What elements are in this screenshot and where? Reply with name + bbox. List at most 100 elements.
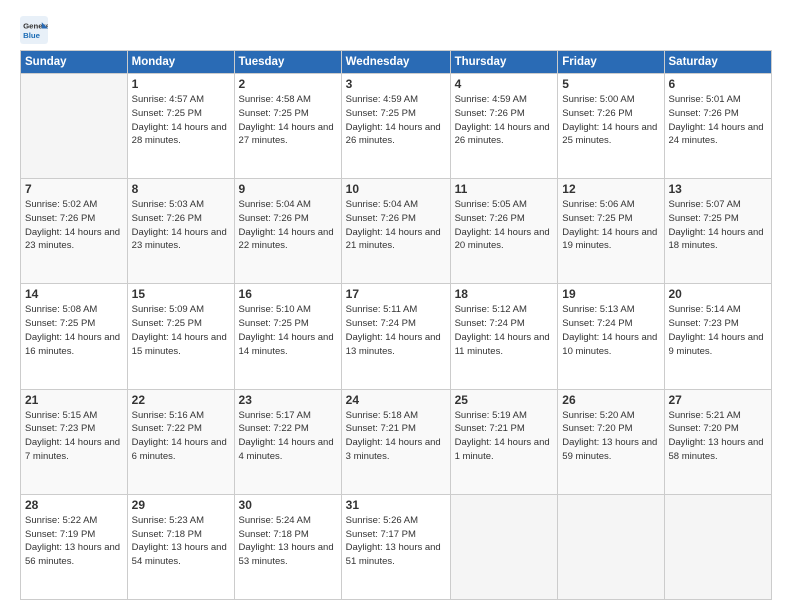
day-info: Sunrise: 5:15 AM Sunset: 7:23 PM Dayligh… (25, 409, 123, 464)
day-info: Sunrise: 5:04 AM Sunset: 7:26 PM Dayligh… (239, 198, 337, 253)
day-number: 26 (562, 393, 659, 407)
day-info: Sunrise: 5:02 AM Sunset: 7:26 PM Dayligh… (25, 198, 123, 253)
page: General Blue Sunday Monday Tuesday Wedne… (0, 0, 792, 612)
day-number: 31 (346, 498, 446, 512)
day-info: Sunrise: 5:22 AM Sunset: 7:19 PM Dayligh… (25, 514, 123, 569)
day-info: Sunrise: 5:01 AM Sunset: 7:26 PM Dayligh… (669, 93, 768, 148)
calendar-cell: 27 Sunrise: 5:21 AM Sunset: 7:20 PM Dayl… (664, 389, 772, 494)
calendar-cell: 16 Sunrise: 5:10 AM Sunset: 7:25 PM Dayl… (234, 284, 341, 389)
day-info: Sunrise: 5:18 AM Sunset: 7:21 PM Dayligh… (346, 409, 446, 464)
col-tuesday: Tuesday (234, 51, 341, 74)
day-number: 10 (346, 182, 446, 196)
calendar-cell: 12 Sunrise: 5:06 AM Sunset: 7:25 PM Dayl… (558, 179, 664, 284)
day-info: Sunrise: 4:59 AM Sunset: 7:26 PM Dayligh… (455, 93, 554, 148)
calendar-cell: 18 Sunrise: 5:12 AM Sunset: 7:24 PM Dayl… (450, 284, 558, 389)
calendar-week-2: 7 Sunrise: 5:02 AM Sunset: 7:26 PM Dayli… (21, 179, 772, 284)
day-info: Sunrise: 5:07 AM Sunset: 7:25 PM Dayligh… (669, 198, 768, 253)
calendar-cell: 28 Sunrise: 5:22 AM Sunset: 7:19 PM Dayl… (21, 494, 128, 599)
calendar-cell: 11 Sunrise: 5:05 AM Sunset: 7:26 PM Dayl… (450, 179, 558, 284)
day-info: Sunrise: 5:23 AM Sunset: 7:18 PM Dayligh… (132, 514, 230, 569)
day-info: Sunrise: 4:57 AM Sunset: 7:25 PM Dayligh… (132, 93, 230, 148)
calendar-cell: 2 Sunrise: 4:58 AM Sunset: 7:25 PM Dayli… (234, 74, 341, 179)
day-info: Sunrise: 5:24 AM Sunset: 7:18 PM Dayligh… (239, 514, 337, 569)
day-number: 18 (455, 287, 554, 301)
header-row: Sunday Monday Tuesday Wednesday Thursday… (21, 51, 772, 74)
day-number: 6 (669, 77, 768, 91)
calendar-cell: 20 Sunrise: 5:14 AM Sunset: 7:23 PM Dayl… (664, 284, 772, 389)
day-info: Sunrise: 4:58 AM Sunset: 7:25 PM Dayligh… (239, 93, 337, 148)
calendar-cell (664, 494, 772, 599)
day-number: 15 (132, 287, 230, 301)
calendar-cell: 6 Sunrise: 5:01 AM Sunset: 7:26 PM Dayli… (664, 74, 772, 179)
day-info: Sunrise: 5:16 AM Sunset: 7:22 PM Dayligh… (132, 409, 230, 464)
day-info: Sunrise: 5:21 AM Sunset: 7:20 PM Dayligh… (669, 409, 768, 464)
day-number: 25 (455, 393, 554, 407)
day-info: Sunrise: 5:19 AM Sunset: 7:21 PM Dayligh… (455, 409, 554, 464)
calendar-cell: 15 Sunrise: 5:09 AM Sunset: 7:25 PM Dayl… (127, 284, 234, 389)
calendar-cell: 17 Sunrise: 5:11 AM Sunset: 7:24 PM Dayl… (341, 284, 450, 389)
day-info: Sunrise: 5:10 AM Sunset: 7:25 PM Dayligh… (239, 303, 337, 358)
day-number: 2 (239, 77, 337, 91)
col-monday: Monday (127, 51, 234, 74)
header: General Blue (20, 16, 772, 44)
day-info: Sunrise: 5:00 AM Sunset: 7:26 PM Dayligh… (562, 93, 659, 148)
calendar-cell: 4 Sunrise: 4:59 AM Sunset: 7:26 PM Dayli… (450, 74, 558, 179)
calendar-cell (558, 494, 664, 599)
day-info: Sunrise: 5:13 AM Sunset: 7:24 PM Dayligh… (562, 303, 659, 358)
calendar-cell: 19 Sunrise: 5:13 AM Sunset: 7:24 PM Dayl… (558, 284, 664, 389)
day-info: Sunrise: 5:09 AM Sunset: 7:25 PM Dayligh… (132, 303, 230, 358)
day-number: 29 (132, 498, 230, 512)
calendar-cell: 21 Sunrise: 5:15 AM Sunset: 7:23 PM Dayl… (21, 389, 128, 494)
day-info: Sunrise: 4:59 AM Sunset: 7:25 PM Dayligh… (346, 93, 446, 148)
calendar-cell: 24 Sunrise: 5:18 AM Sunset: 7:21 PM Dayl… (341, 389, 450, 494)
calendar-cell: 22 Sunrise: 5:16 AM Sunset: 7:22 PM Dayl… (127, 389, 234, 494)
calendar-week-1: 1 Sunrise: 4:57 AM Sunset: 7:25 PM Dayli… (21, 74, 772, 179)
day-number: 16 (239, 287, 337, 301)
calendar-week-3: 14 Sunrise: 5:08 AM Sunset: 7:25 PM Dayl… (21, 284, 772, 389)
day-number: 5 (562, 77, 659, 91)
calendar-cell: 8 Sunrise: 5:03 AM Sunset: 7:26 PM Dayli… (127, 179, 234, 284)
col-saturday: Saturday (664, 51, 772, 74)
day-number: 27 (669, 393, 768, 407)
day-info: Sunrise: 5:03 AM Sunset: 7:26 PM Dayligh… (132, 198, 230, 253)
day-number: 21 (25, 393, 123, 407)
day-number: 28 (25, 498, 123, 512)
logo: General Blue (20, 16, 52, 44)
day-number: 8 (132, 182, 230, 196)
calendar-cell: 7 Sunrise: 5:02 AM Sunset: 7:26 PM Dayli… (21, 179, 128, 284)
svg-text:Blue: Blue (23, 31, 41, 40)
calendar-cell: 31 Sunrise: 5:26 AM Sunset: 7:17 PM Dayl… (341, 494, 450, 599)
day-info: Sunrise: 5:11 AM Sunset: 7:24 PM Dayligh… (346, 303, 446, 358)
day-info: Sunrise: 5:17 AM Sunset: 7:22 PM Dayligh… (239, 409, 337, 464)
day-info: Sunrise: 5:20 AM Sunset: 7:20 PM Dayligh… (562, 409, 659, 464)
col-wednesday: Wednesday (341, 51, 450, 74)
calendar-table: Sunday Monday Tuesday Wednesday Thursday… (20, 50, 772, 600)
day-number: 9 (239, 182, 337, 196)
calendar-cell: 30 Sunrise: 5:24 AM Sunset: 7:18 PM Dayl… (234, 494, 341, 599)
day-info: Sunrise: 5:04 AM Sunset: 7:26 PM Dayligh… (346, 198, 446, 253)
col-sunday: Sunday (21, 51, 128, 74)
logo-icon: General Blue (20, 16, 48, 44)
calendar-cell: 23 Sunrise: 5:17 AM Sunset: 7:22 PM Dayl… (234, 389, 341, 494)
calendar-cell: 14 Sunrise: 5:08 AM Sunset: 7:25 PM Dayl… (21, 284, 128, 389)
calendar-cell: 5 Sunrise: 5:00 AM Sunset: 7:26 PM Dayli… (558, 74, 664, 179)
calendar-cell (450, 494, 558, 599)
day-number: 24 (346, 393, 446, 407)
day-number: 4 (455, 77, 554, 91)
day-number: 22 (132, 393, 230, 407)
day-number: 17 (346, 287, 446, 301)
day-number: 20 (669, 287, 768, 301)
day-info: Sunrise: 5:14 AM Sunset: 7:23 PM Dayligh… (669, 303, 768, 358)
calendar-week-4: 21 Sunrise: 5:15 AM Sunset: 7:23 PM Dayl… (21, 389, 772, 494)
day-info: Sunrise: 5:05 AM Sunset: 7:26 PM Dayligh… (455, 198, 554, 253)
calendar-cell: 29 Sunrise: 5:23 AM Sunset: 7:18 PM Dayl… (127, 494, 234, 599)
calendar-cell (21, 74, 128, 179)
day-number: 12 (562, 182, 659, 196)
day-number: 23 (239, 393, 337, 407)
calendar-cell: 25 Sunrise: 5:19 AM Sunset: 7:21 PM Dayl… (450, 389, 558, 494)
day-number: 30 (239, 498, 337, 512)
day-number: 14 (25, 287, 123, 301)
day-number: 7 (25, 182, 123, 196)
col-thursday: Thursday (450, 51, 558, 74)
day-info: Sunrise: 5:06 AM Sunset: 7:25 PM Dayligh… (562, 198, 659, 253)
